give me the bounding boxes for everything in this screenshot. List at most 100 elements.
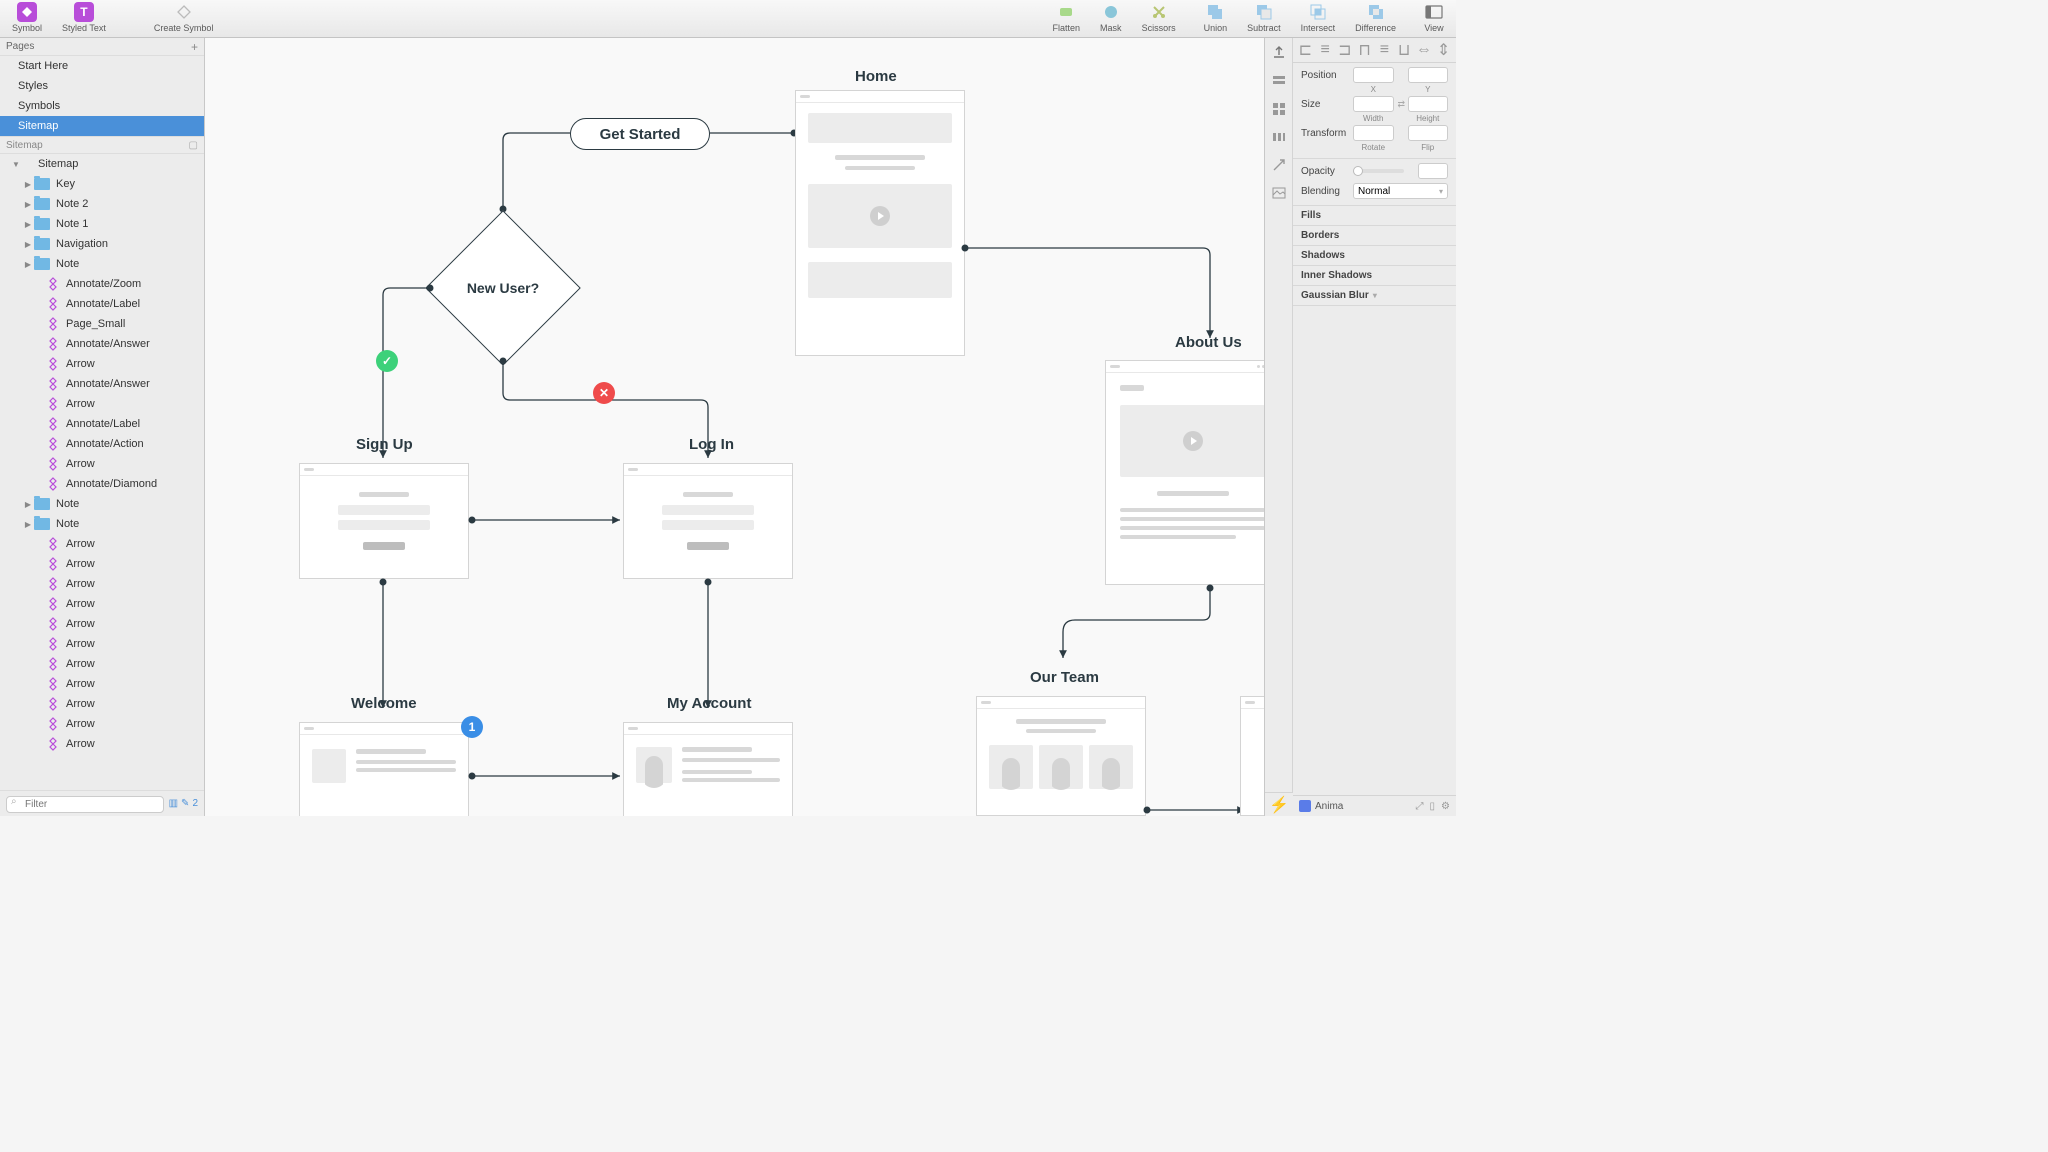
layer-annotate-action[interactable]: Annotate/Action (0, 434, 204, 454)
ourteam-wireframe[interactable] (976, 696, 1146, 816)
layer-note[interactable]: Note (0, 494, 204, 514)
get-started-node[interactable]: Get Started (570, 118, 710, 150)
layer-arrow[interactable]: Arrow (0, 714, 204, 734)
flip-buttons[interactable] (1408, 125, 1449, 141)
resize-icon[interactable] (1270, 156, 1288, 174)
layer-note-1[interactable]: Note 1 (0, 214, 204, 234)
layer-key[interactable]: Key (0, 174, 204, 194)
layer-annotate-answer[interactable]: Annotate/Answer (0, 334, 204, 354)
section-menu-icon[interactable]: ▢ (189, 140, 198, 151)
disclosure-arrow[interactable] (22, 240, 34, 249)
filter-input[interactable] (6, 796, 164, 813)
partial-wireframe[interactable] (1240, 696, 1264, 816)
width-input[interactable] (1353, 96, 1394, 112)
grid-icon[interactable] (1270, 100, 1288, 118)
distribute-v-icon[interactable]: ⇕ (1436, 42, 1452, 58)
align-bottom-icon[interactable]: ⊔ (1396, 42, 1412, 58)
disclosure-arrow[interactable] (22, 500, 34, 509)
opacity-slider[interactable] (1353, 169, 1404, 173)
gaussian-blur-header[interactable]: Gaussian Blur▾ (1293, 286, 1456, 306)
login-wireframe[interactable] (623, 463, 793, 579)
distribute-h-icon[interactable]: ⇔ (1416, 42, 1432, 58)
disclosure-arrow[interactable] (22, 200, 34, 209)
panel-icon[interactable]: ▯ (1430, 801, 1436, 812)
disclosure-arrow[interactable] (22, 520, 34, 529)
layer-annotate-label[interactable]: Annotate/Label (0, 414, 204, 434)
layer-annotate-diamond[interactable]: Annotate/Diamond (0, 474, 204, 494)
layer-arrow[interactable]: Arrow (0, 574, 204, 594)
layer-page_small[interactable]: Page_Small (0, 314, 204, 334)
new-user-decision[interactable]: New User? (448, 233, 558, 343)
canvas[interactable]: Get Started New User? ✓ ✕ Home Sign Up (205, 38, 1264, 816)
page-item-styles[interactable]: Styles (0, 76, 204, 96)
export-icon[interactable] (1270, 44, 1288, 62)
layer-arrow[interactable]: Arrow (0, 614, 204, 634)
expand-icon[interactable]: ⤢ (1416, 801, 1424, 812)
union-tool[interactable]: Union (1200, 2, 1232, 33)
layer-note[interactable]: Note (0, 254, 204, 274)
borders-header[interactable]: Borders (1293, 226, 1456, 246)
page-item-start-here[interactable]: Start Here (0, 56, 204, 76)
layer-arrow[interactable]: Arrow (0, 694, 204, 714)
layer-annotate-zoom[interactable]: Annotate/Zoom (0, 274, 204, 294)
shadows-header[interactable]: Shadows (1293, 246, 1456, 266)
home-wireframe[interactable] (795, 90, 965, 356)
scissors-tool[interactable]: Scissors (1138, 2, 1180, 33)
align-top-icon[interactable]: ⊓ (1357, 42, 1373, 58)
disclosure-arrow[interactable] (22, 180, 34, 189)
disclosure-arrow[interactable] (22, 260, 34, 269)
welcome-wireframe[interactable] (299, 722, 469, 816)
align-vcenter-icon[interactable]: ≡ (1376, 42, 1392, 58)
layer-arrow[interactable]: Arrow (0, 554, 204, 574)
page-item-sitemap[interactable]: Sitemap (0, 116, 204, 136)
styled-text-tool[interactable]: T Styled Text (58, 2, 110, 33)
align-right-icon[interactable]: ⊐ (1337, 42, 1353, 58)
disclosure-arrow[interactable] (10, 160, 22, 169)
layer-navigation[interactable]: Navigation (0, 234, 204, 254)
layer-arrow[interactable]: Arrow (0, 734, 204, 754)
add-page-button[interactable]: + (191, 40, 198, 54)
layer-sitemap[interactable]: Sitemap (0, 154, 204, 174)
lightning-icon[interactable]: ⚡ (1265, 792, 1293, 816)
layer-note-2[interactable]: Note 2 (0, 194, 204, 214)
layer-arrow[interactable]: Arrow (0, 354, 204, 374)
layer-arrow[interactable]: Arrow (0, 454, 204, 474)
image-icon[interactable] (1270, 184, 1288, 202)
myaccount-wireframe[interactable] (623, 722, 793, 816)
settings-icon[interactable]: ⚙ (1441, 801, 1450, 812)
aboutus-wireframe[interactable] (1105, 360, 1264, 585)
inner-shadows-header[interactable]: Inner Shadows (1293, 266, 1456, 286)
layer-annotate-label[interactable]: Annotate/Label (0, 294, 204, 314)
position-y-input[interactable] (1408, 67, 1449, 83)
mask-tool[interactable]: Mask (1096, 2, 1126, 33)
page-item-symbols[interactable]: Symbols (0, 96, 204, 116)
layer-arrow[interactable]: Arrow (0, 594, 204, 614)
position-x-input[interactable] (1353, 67, 1394, 83)
rotate-input[interactable] (1353, 125, 1394, 141)
subtract-tool[interactable]: Subtract (1243, 2, 1285, 33)
filter-layers-icon[interactable]: ▥ (169, 798, 178, 809)
disclosure-arrow[interactable] (22, 220, 34, 229)
layer-arrow[interactable]: Arrow (0, 634, 204, 654)
height-input[interactable] (1408, 96, 1449, 112)
signup-wireframe[interactable] (299, 463, 469, 579)
layer-arrow[interactable]: Arrow (0, 674, 204, 694)
layer-annotate-answer[interactable]: Annotate/Answer (0, 374, 204, 394)
layer-arrow[interactable]: Arrow (0, 654, 204, 674)
align-hcenter-icon[interactable]: ≡ (1317, 42, 1333, 58)
fills-header[interactable]: Fills (1293, 206, 1456, 226)
distribute-icon[interactable] (1270, 128, 1288, 146)
layer-arrow[interactable]: Arrow (0, 394, 204, 414)
opacity-input[interactable] (1418, 163, 1448, 179)
view-tool[interactable]: View (1420, 2, 1448, 33)
difference-tool[interactable]: Difference (1351, 2, 1400, 33)
align-left-icon[interactable]: ⊏ (1297, 42, 1313, 58)
plugin-footer[interactable]: Anima ⤢ ▯ ⚙ (1293, 795, 1456, 816)
stack-icon[interactable] (1270, 72, 1288, 90)
filter-edit-icon[interactable]: ✎ (181, 798, 189, 809)
create-symbol-tool[interactable]: Create Symbol (150, 2, 218, 33)
intersect-tool[interactable]: Intersect (1297, 2, 1340, 33)
symbol-tool[interactable]: Symbol (8, 2, 46, 33)
layer-arrow[interactable]: Arrow (0, 534, 204, 554)
layer-note[interactable]: Note (0, 514, 204, 534)
